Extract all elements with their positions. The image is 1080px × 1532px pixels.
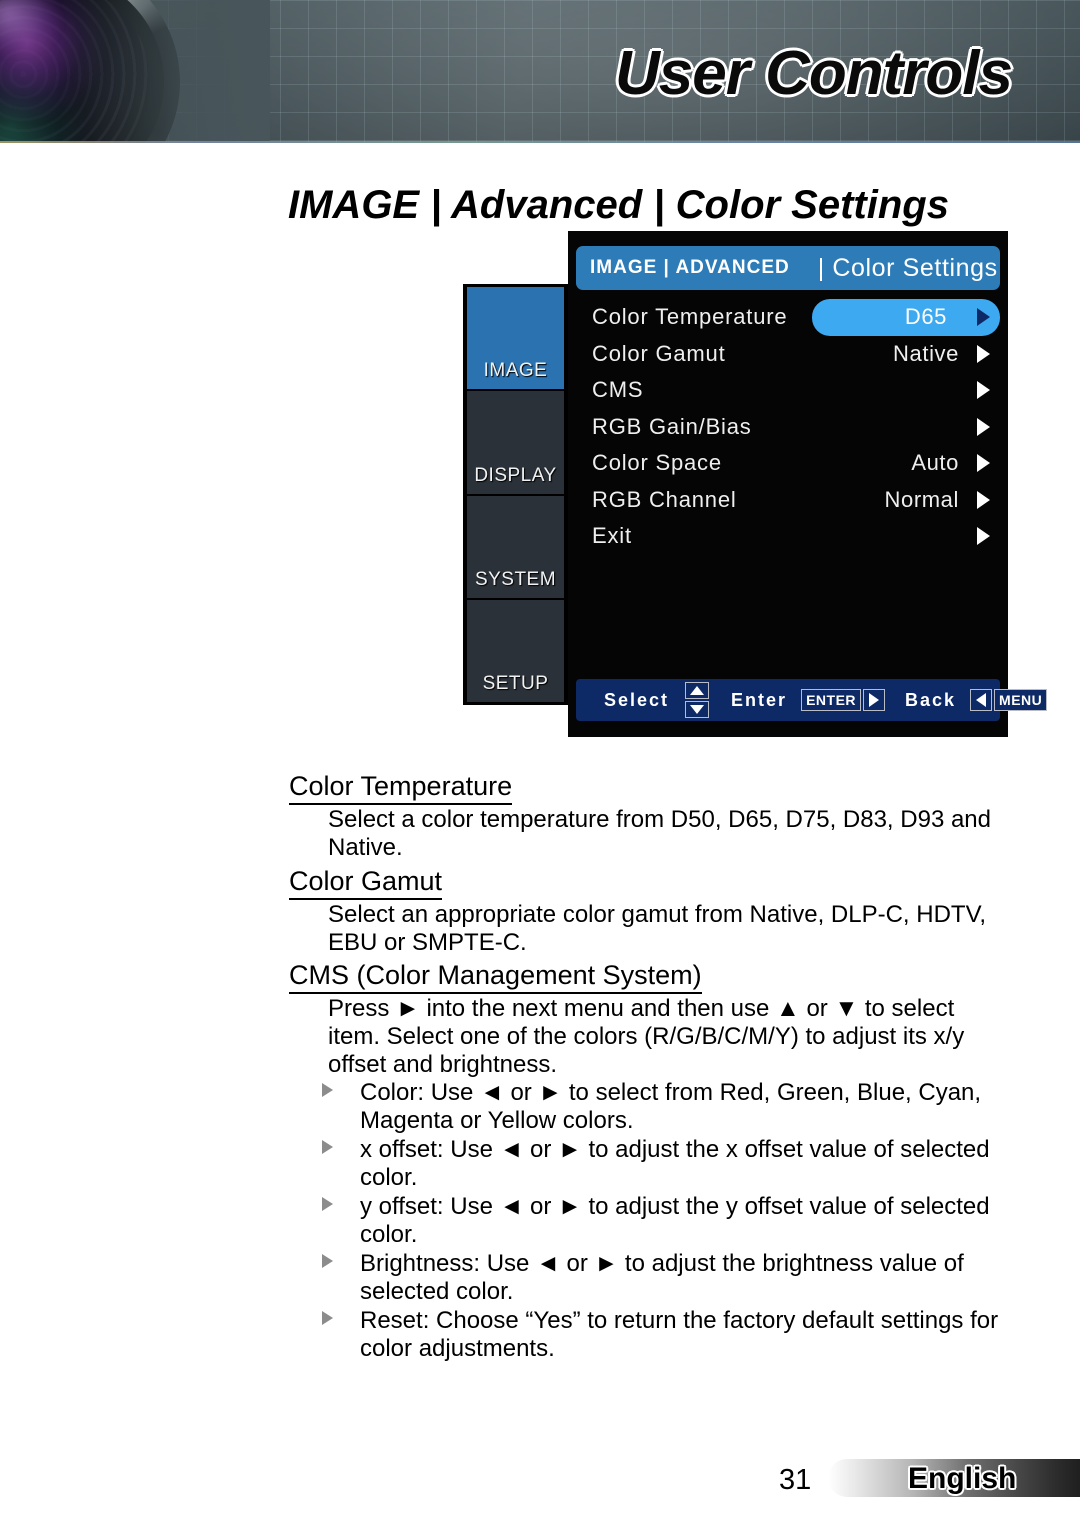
section-paragraph: Press ► into the next menu and then use … [328,995,965,1078]
osd-row-value: D65 [904,304,947,330]
osd-row-value-group[interactable]: D65 [812,299,1000,336]
projector-lens-icon [0,0,270,143]
osd-row-value-group[interactable]: Auto [810,445,1000,482]
chevron-right-icon[interactable] [977,417,990,436]
osd-row-value-group[interactable] [810,409,1000,446]
list-item: Reset: Choose “Yes” to return the factor… [322,1307,1002,1363]
list-item: Color: Use ◄ or ► to select from Red, Gr… [322,1079,1002,1135]
osd-header-bar: IMAGE | ADVANCED | Color Settings [576,246,1000,290]
osd-row-value-group[interactable]: Native [810,336,1000,373]
osd-row[interactable]: Exit [576,518,1000,555]
osd-row-value: Native [893,340,959,366]
osd-row[interactable]: Color Temperature D65 [576,299,1000,336]
osd-row-value: Normal [884,486,959,512]
triangle-up-icon [690,686,705,695]
down-key-icon [685,701,710,718]
osd-row-label: Color Space [592,450,722,476]
up-key-icon [685,682,710,699]
osd-tab-label: DISPLAY [474,464,557,486]
chevron-right-icon[interactable] [977,308,990,327]
osd-row-value-group[interactable]: Normal [810,482,1000,519]
section-heading: Color Gamut [289,866,443,900]
menu-key-icon: MENU [994,689,1048,711]
list-item: y offset: Use ◄ or ► to adjust the y off… [322,1193,1002,1249]
list-item-text: Color: Use ◄ or ► to select from Red, Gr… [360,1079,982,1134]
osd-row-label: Color Gamut [592,340,726,366]
bullet-triangle-icon [322,1197,333,1211]
bullet-triangle-icon [322,1311,333,1325]
osd-row[interactable]: RGB Channel Normal [576,482,1000,519]
osd-row-value-group[interactable] [810,372,1000,409]
page-header-banner: User Controls [0,0,1080,143]
list-item-text: x offset: Use ◄ or ► to adjust the x off… [360,1136,990,1191]
section-paragraph: Select a color temperature from D50, D65… [328,806,991,861]
osd-footer-bar: Select Enter ENTER Back MENU [576,679,1048,721]
osd-tab-label: SETUP [482,673,549,694]
osd-row[interactable]: Color Space Auto [576,445,1000,482]
chevron-right-icon[interactable] [977,490,990,509]
enter-key-icon: ENTER [801,689,862,711]
chevron-right-icon[interactable] [977,344,990,363]
page-number: 31 [779,1464,812,1496]
osd-menu-list: Color Temperature D65 Color Gamut Native CMS… [576,299,1000,555]
osd-row-label: RGB Gain/Bias [592,413,752,439]
osd-sidebar: IMAGE DISPLAY SYSTEM SETUP [463,284,568,705]
list-item: Brightness: Use ◄ or ► to adjust the bri… [322,1250,1002,1306]
chevron-right-icon[interactable] [977,454,990,473]
osd-tab-label: SYSTEM [474,568,557,590]
list-item-text: Brightness: Use ◄ or ► to adjust the bri… [360,1250,964,1305]
osd-row-label: Color Temperature [592,304,788,330]
osd-header-title: | Color Settings [817,253,998,282]
osd-tab-setup[interactable]: SETUP [467,599,564,702]
bullet-triangle-icon [322,1140,333,1154]
triangle-down-icon [690,705,705,714]
chevron-right-icon[interactable] [977,527,990,546]
osd-tab-system[interactable]: SYSTEM [467,495,564,598]
header-title: User Controls [615,39,1013,108]
osd-enter-label: Enter [731,689,788,710]
osd-panel: IMAGE | ADVANCED | Color Settings Color … [568,231,1048,737]
osd-tab-image[interactable]: IMAGE [467,287,564,390]
osd-tab-display[interactable]: DISPLAY [467,391,564,494]
chevron-right-icon[interactable] [977,381,990,400]
osd-select-label: Select [604,689,670,710]
osd-row-label: CMS [592,377,644,403]
osd-breadcrumb: IMAGE | ADVANCED [590,257,790,278]
list-item-text: y offset: Use ◄ or ► to adjust the y off… [360,1193,990,1248]
osd-tab-label: IMAGE [483,360,548,382]
osd-row[interactable]: RGB Gain/Bias [576,409,1000,446]
osd-row[interactable]: Color Gamut Native [576,336,1000,373]
page-title: IMAGE | Advanced | Color Settings [288,183,949,227]
header-bottom-rule [0,141,1080,143]
footer-language-label: English [908,1462,1017,1495]
bullet-triangle-icon [322,1254,333,1268]
section-heading: Color Temperature [289,771,513,805]
osd-back-label: Back [905,689,957,710]
osd-row-label: RGB Channel [592,486,737,512]
updown-keys-icon [685,682,710,718]
triangle-left-icon [976,693,987,707]
list-item-text: Reset: Choose “Yes” to return the factor… [360,1307,999,1362]
section-heading: CMS (Color Management System) [289,960,702,994]
back-keys-icon: MENU [970,689,1048,711]
osd-row-value: Auto [911,450,959,476]
osd-row-label: Exit [592,523,632,549]
section-paragraph: Select an appropriate color gamut from N… [328,901,987,956]
bullet-triangle-icon [322,1083,333,1097]
osd-row-value-group[interactable] [810,518,1000,555]
list-item: x offset: Use ◄ or ► to adjust the x off… [322,1136,1002,1192]
left-key-icon [970,689,993,711]
enter-keys-icon: ENTER [801,689,886,711]
triangle-right-icon [869,693,880,707]
right-key-icon [863,689,886,711]
osd-row[interactable]: CMS [576,372,1000,409]
